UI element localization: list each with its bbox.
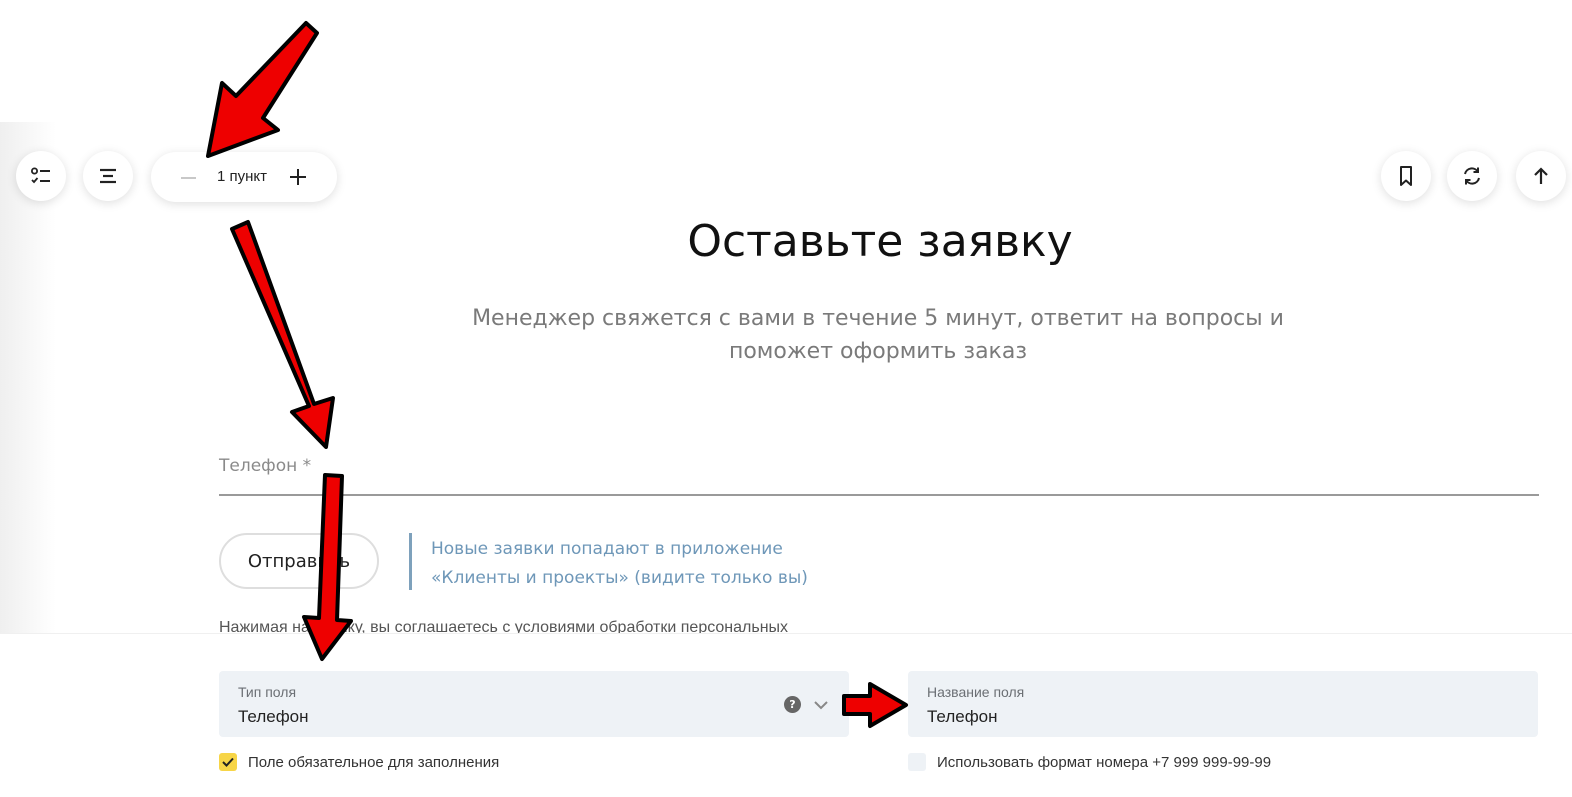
field-name-value: Телефон: [927, 707, 998, 726]
info-line-1: Новые заявки попадают в приложение: [431, 539, 783, 559]
phone-format-checkbox-label: Использовать формат номера +7 999 999-99…: [937, 753, 1272, 771]
field-type-label: Тип поля: [238, 684, 297, 700]
phone-input-label: Телефон *: [219, 456, 312, 476]
required-checkbox[interactable]: [219, 753, 237, 771]
info-line-2: «Клиенты и проекты» (видите только вы): [431, 568, 808, 588]
subtitle-line-2: поможет оформить заказ: [728, 339, 1028, 364]
phone-format-checkbox[interactable]: [908, 753, 926, 771]
arrow-up-icon: [1534, 167, 1548, 184]
annotation-arrow-2: [230, 220, 335, 449]
checklist-button[interactable]: [16, 151, 66, 201]
check-icon: [222, 757, 234, 767]
page-subtitle: Менеджер свяжется с вами в течение 5 мин…: [448, 302, 1308, 368]
field-name-input[interactable]: Название поля Телефон: [908, 671, 1538, 737]
bookmark-icon: [1400, 166, 1412, 186]
submit-button[interactable]: Отправить: [219, 533, 379, 589]
phone-input[interactable]: Телефон *: [219, 452, 1539, 496]
align-button[interactable]: [83, 151, 133, 201]
minus-icon[interactable]: [179, 169, 199, 185]
chevron-down-icon[interactable]: [813, 699, 829, 711]
info-divider: [409, 533, 412, 590]
help-icon[interactable]: ?: [784, 696, 801, 713]
bookmark-button[interactable]: [1381, 151, 1431, 201]
plus-icon[interactable]: [289, 168, 307, 186]
phone-format-checkbox-row: Использовать формат номера +7 999 999-99…: [908, 753, 1271, 771]
align-center-icon: [100, 168, 116, 184]
scroll-up-button[interactable]: [1516, 151, 1566, 201]
page-title: Оставьте заявку: [687, 216, 1073, 267]
item-count-stepper: 1 пункт: [151, 152, 337, 202]
info-note: Новые заявки попадают в приложение «Клие…: [431, 535, 891, 593]
refresh-button[interactable]: [1447, 151, 1497, 201]
required-checkbox-row: Поле обязательное для заполнения: [219, 753, 499, 771]
refresh-icon: [1464, 167, 1480, 185]
annotation-arrow-1: [206, 21, 319, 158]
checklist-icon: [31, 167, 50, 184]
field-type-value: Телефон: [238, 707, 309, 726]
field-name-label: Название поля: [927, 684, 1025, 700]
field-type-select[interactable]: Тип поля Телефон ?: [219, 671, 849, 737]
subtitle-line-1: Менеджер свяжется с вами в течение 5 мин…: [472, 306, 1284, 331]
consent-text: Нажимая на кнопку, вы соглашаетесь с усл…: [219, 619, 789, 634]
item-count-label: 1 пункт: [217, 168, 268, 185]
required-checkbox-label: Поле обязательное для заполнения: [248, 753, 500, 771]
